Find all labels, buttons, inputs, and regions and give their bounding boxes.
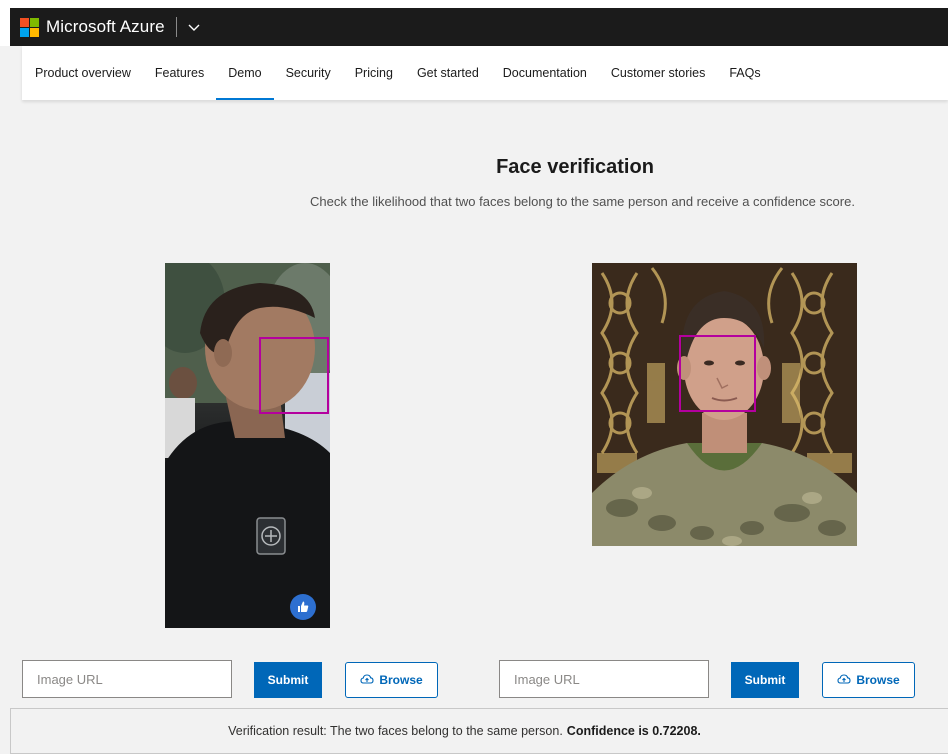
azure-header: Microsoft Azure xyxy=(10,8,948,46)
page-subtitle: Check the likelihood that two faces belo… xyxy=(310,194,855,209)
right-face-image xyxy=(592,263,857,546)
thumbs-up-icon[interactable] xyxy=(290,594,316,620)
left-image-url-input[interactable] xyxy=(22,660,232,698)
nav-demo[interactable]: Demo xyxy=(216,46,275,100)
nav-pricing[interactable]: Pricing xyxy=(355,46,393,100)
right-browse-button[interactable]: Browse xyxy=(822,662,915,698)
right-browse-label: Browse xyxy=(856,673,900,687)
chevron-down-icon[interactable] xyxy=(186,19,202,35)
left-face-image xyxy=(165,263,330,628)
left-submit-button[interactable]: Submit xyxy=(254,662,322,698)
result-confidence: Confidence is 0.72208. xyxy=(566,724,701,738)
microsoft-logo-icon[interactable] xyxy=(20,17,39,37)
left-browse-label: Browse xyxy=(379,673,423,687)
left-browse-button[interactable]: Browse xyxy=(345,662,438,698)
nav-list: Product overview Features Demo Security … xyxy=(22,46,948,100)
nav-customer-stories[interactable]: Customer stories xyxy=(611,46,705,100)
page-title: Face verification xyxy=(496,156,654,178)
right-face-detection-box xyxy=(679,335,756,412)
upload-cloud-icon xyxy=(360,672,374,689)
nav-get-started[interactable]: Get started xyxy=(417,46,479,100)
brand-name[interactable]: Microsoft Azure xyxy=(46,17,165,37)
upload-cloud-icon xyxy=(837,672,851,689)
nav-features[interactable]: Features xyxy=(155,46,204,100)
result-text: Verification result: The two faces belon… xyxy=(228,724,563,738)
right-image-url-input[interactable] xyxy=(499,660,709,698)
top-bar: Microsoft Azure xyxy=(0,0,948,46)
right-submit-button[interactable]: Submit xyxy=(731,662,799,698)
nav-product-overview[interactable]: Product overview xyxy=(35,46,131,100)
left-photo-illustration xyxy=(165,263,330,628)
left-face-detection-box xyxy=(259,337,329,414)
verification-result: Verification result: The two faces belon… xyxy=(10,708,948,754)
nav-faqs[interactable]: FAQs xyxy=(729,46,760,100)
brand-divider xyxy=(175,17,177,37)
nav-documentation[interactable]: Documentation xyxy=(503,46,587,100)
page: Microsoft Azure Product overview Feature… xyxy=(0,0,948,754)
product-nav: Product overview Features Demo Security … xyxy=(22,46,948,100)
nav-security[interactable]: Security xyxy=(286,46,331,100)
